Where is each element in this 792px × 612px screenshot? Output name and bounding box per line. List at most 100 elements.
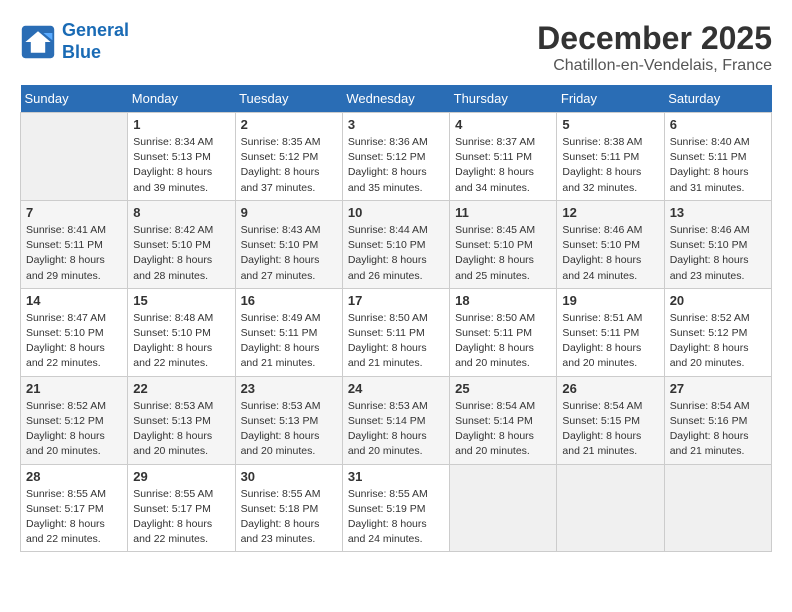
calendar-cell: 7Sunrise: 8:41 AM Sunset: 5:11 PM Daylig… [21, 200, 128, 288]
weekday-header-saturday: Saturday [664, 85, 771, 113]
day-info: Sunrise: 8:40 AM Sunset: 5:11 PM Dayligh… [670, 135, 766, 196]
calendar-cell: 14 Sunrise: 8:47 AM Sunset: 5:10 PM Dayli… [21, 288, 128, 376]
calendar-cell: 2Sunrise: 8:35 AM Sunset: 5:12 PM Daylig… [235, 113, 342, 201]
day-number: 16 [241, 293, 337, 308]
calendar-cell: 25 Sunrise: 8:54 AM Sunset: 5:14 PM Dayli… [450, 376, 557, 464]
day-info: Sunrise: 8:50 AM Sunset: 5:11 PM Dayligh… [348, 311, 444, 372]
day-info: Sunrise: 8:55 AM Sunset: 5:17 PM Dayligh… [133, 487, 229, 548]
day-number: 27 [670, 381, 766, 396]
day-number: 29 [133, 469, 229, 484]
weekday-header-monday: Monday [128, 85, 235, 113]
day-info: Sunrise: 8:48 AM Sunset: 5:10 PM Dayligh… [133, 311, 229, 372]
logo-line2: Blue [62, 42, 101, 62]
day-number: 25 [455, 381, 551, 396]
calendar-week-5: 28 Sunrise: 8:55 AM Sunset: 5:17 PM Dayli… [21, 464, 772, 552]
calendar-cell: 3 Sunrise: 8:36 AM Sunset: 5:12 PM Daylig… [342, 113, 449, 201]
weekday-header-thursday: Thursday [450, 85, 557, 113]
day-info: Sunrise: 8:42 AM Sunset: 5:10 PM Dayligh… [133, 223, 229, 284]
calendar-cell [450, 464, 557, 552]
day-number: 14 [26, 293, 122, 308]
day-info: Sunrise: 8:37 AM Sunset: 5:11 PM Dayligh… [455, 135, 551, 196]
calendar-header-row: SundayMondayTuesdayWednesdayThursdayFrid… [21, 85, 772, 113]
calendar-cell: 13 Sunrise: 8:46 AM Sunset: 5:10 PM Dayli… [664, 200, 771, 288]
day-number: 1 [133, 117, 229, 132]
calendar-cell: 22 Sunrise: 8:53 AM Sunset: 5:13 PM Dayli… [128, 376, 235, 464]
day-info: Sunrise: 8:50 AM Sunset: 5:11 PM Dayligh… [455, 311, 551, 372]
calendar-cell: 6Sunrise: 8:40 AM Sunset: 5:11 PM Daylig… [664, 113, 771, 201]
weekday-header-wednesday: Wednesday [342, 85, 449, 113]
day-info: Sunrise: 8:36 AM Sunset: 5:12 PM Dayligh… [348, 135, 444, 196]
calendar-week-4: 21Sunrise: 8:52 AM Sunset: 5:12 PM Dayli… [21, 376, 772, 464]
day-number: 8 [133, 205, 229, 220]
day-info: Sunrise: 8:53 AM Sunset: 5:13 PM Dayligh… [133, 399, 229, 460]
location-subtitle: Chatillon-en-Vendelais, France [537, 57, 772, 75]
calendar-cell: 1 Sunrise: 8:34 AM Sunset: 5:13 PM Daylig… [128, 113, 235, 201]
calendar-table: SundayMondayTuesdayWednesdayThursdayFrid… [20, 85, 772, 552]
day-number: 10 [348, 205, 444, 220]
calendar-cell: 10Sunrise: 8:44 AM Sunset: 5:10 PM Dayli… [342, 200, 449, 288]
month-title: December 2025 [537, 20, 772, 57]
calendar-cell: 8 Sunrise: 8:42 AM Sunset: 5:10 PM Daylig… [128, 200, 235, 288]
title-block: December 2025 Chatillon-en-Vendelais, Fr… [537, 20, 772, 75]
day-info: Sunrise: 8:46 AM Sunset: 5:10 PM Dayligh… [670, 223, 766, 284]
calendar-week-2: 7Sunrise: 8:41 AM Sunset: 5:11 PM Daylig… [21, 200, 772, 288]
day-info: Sunrise: 8:55 AM Sunset: 5:17 PM Dayligh… [26, 487, 122, 548]
day-number: 30 [241, 469, 337, 484]
day-info: Sunrise: 8:45 AM Sunset: 5:10 PM Dayligh… [455, 223, 551, 284]
calendar-cell: 4 Sunrise: 8:37 AM Sunset: 5:11 PM Daylig… [450, 113, 557, 201]
calendar-cell: 12Sunrise: 8:46 AM Sunset: 5:10 PM Dayli… [557, 200, 664, 288]
day-number: 18 [455, 293, 551, 308]
calendar-cell: 30 Sunrise: 8:55 AM Sunset: 5:18 PM Dayli… [235, 464, 342, 552]
calendar-cell: 24Sunrise: 8:53 AM Sunset: 5:14 PM Dayli… [342, 376, 449, 464]
day-info: Sunrise: 8:51 AM Sunset: 5:11 PM Dayligh… [562, 311, 658, 372]
weekday-header-friday: Friday [557, 85, 664, 113]
calendar-cell: 9Sunrise: 8:43 AM Sunset: 5:10 PM Daylig… [235, 200, 342, 288]
day-info: Sunrise: 8:38 AM Sunset: 5:11 PM Dayligh… [562, 135, 658, 196]
day-info: Sunrise: 8:34 AM Sunset: 5:13 PM Dayligh… [133, 135, 229, 196]
calendar-cell: 18 Sunrise: 8:50 AM Sunset: 5:11 PM Dayli… [450, 288, 557, 376]
calendar-cell: 21Sunrise: 8:52 AM Sunset: 5:12 PM Dayli… [21, 376, 128, 464]
calendar-cell [557, 464, 664, 552]
day-number: 26 [562, 381, 658, 396]
day-number: 19 [562, 293, 658, 308]
day-number: 17 [348, 293, 444, 308]
day-number: 9 [241, 205, 337, 220]
day-info: Sunrise: 8:35 AM Sunset: 5:12 PM Dayligh… [241, 135, 337, 196]
weekday-header-sunday: Sunday [21, 85, 128, 113]
day-info: Sunrise: 8:54 AM Sunset: 5:15 PM Dayligh… [562, 399, 658, 460]
day-info: Sunrise: 8:54 AM Sunset: 5:14 PM Dayligh… [455, 399, 551, 460]
day-number: 22 [133, 381, 229, 396]
logo-icon [20, 24, 56, 60]
day-number: 23 [241, 381, 337, 396]
calendar-cell: 11 Sunrise: 8:45 AM Sunset: 5:10 PM Dayli… [450, 200, 557, 288]
day-number: 20 [670, 293, 766, 308]
calendar-cell [21, 113, 128, 201]
day-info: Sunrise: 8:52 AM Sunset: 5:12 PM Dayligh… [670, 311, 766, 372]
calendar-cell: 5 Sunrise: 8:38 AM Sunset: 5:11 PM Daylig… [557, 113, 664, 201]
day-number: 4 [455, 117, 551, 132]
day-number: 3 [348, 117, 444, 132]
day-number: 31 [348, 469, 444, 484]
logo-line1: General [62, 20, 129, 40]
day-number: 13 [670, 205, 766, 220]
day-info: Sunrise: 8:53 AM Sunset: 5:13 PM Dayligh… [241, 399, 337, 460]
day-number: 24 [348, 381, 444, 396]
calendar-cell: 29 Sunrise: 8:55 AM Sunset: 5:17 PM Dayli… [128, 464, 235, 552]
logo: General Blue [20, 20, 129, 63]
day-number: 28 [26, 469, 122, 484]
day-info: Sunrise: 8:55 AM Sunset: 5:18 PM Dayligh… [241, 487, 337, 548]
calendar-cell: 19 Sunrise: 8:51 AM Sunset: 5:11 PM Dayli… [557, 288, 664, 376]
day-number: 5 [562, 117, 658, 132]
calendar-cell: 31Sunrise: 8:55 AM Sunset: 5:19 PM Dayli… [342, 464, 449, 552]
day-number: 12 [562, 205, 658, 220]
page-header: General Blue December 2025 Chatillon-en-… [20, 20, 772, 75]
day-info: Sunrise: 8:54 AM Sunset: 5:16 PM Dayligh… [670, 399, 766, 460]
calendar-cell: 27 Sunrise: 8:54 AM Sunset: 5:16 PM Dayli… [664, 376, 771, 464]
day-number: 21 [26, 381, 122, 396]
calendar-cell: 28 Sunrise: 8:55 AM Sunset: 5:17 PM Dayli… [21, 464, 128, 552]
calendar-cell: 26 Sunrise: 8:54 AM Sunset: 5:15 PM Dayli… [557, 376, 664, 464]
day-info: Sunrise: 8:47 AM Sunset: 5:10 PM Dayligh… [26, 311, 122, 372]
day-number: 11 [455, 205, 551, 220]
calendar-cell: 23 Sunrise: 8:53 AM Sunset: 5:13 PM Dayli… [235, 376, 342, 464]
day-number: 15 [133, 293, 229, 308]
